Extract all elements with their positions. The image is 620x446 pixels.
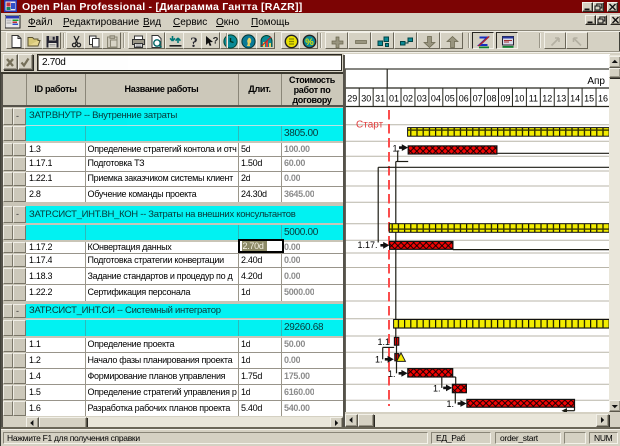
svg-text:29: 29 <box>347 94 357 104</box>
svg-text:08: 08 <box>487 94 497 104</box>
svg-text:1.17.: 1.17. <box>358 240 378 250</box>
svg-text:06: 06 <box>459 94 469 104</box>
svg-text:1.1: 1.1 <box>378 337 391 347</box>
svg-text:07: 07 <box>473 94 483 104</box>
svg-text:11: 11 <box>529 94 538 104</box>
svg-text:15: 15 <box>584 94 594 104</box>
svg-text:%: % <box>305 37 314 48</box>
svg-text:01: 01 <box>389 94 399 104</box>
svg-text:30: 30 <box>361 94 371 104</box>
svg-text:1.: 1. <box>388 369 396 379</box>
svg-text:10: 10 <box>514 94 524 104</box>
svg-text:?: ? <box>212 36 218 47</box>
svg-text:Апр: Апр <box>587 76 605 87</box>
svg-text:1.: 1. <box>393 144 401 154</box>
svg-text:1.: 1. <box>375 354 383 364</box>
svg-text:1.: 1. <box>447 399 455 409</box>
svg-text:16: 16 <box>598 94 608 104</box>
svg-text:13: 13 <box>556 94 566 104</box>
svg-text:02: 02 <box>403 94 413 104</box>
svg-text:12: 12 <box>542 94 552 104</box>
svg-text:04: 04 <box>431 94 441 104</box>
svg-text:09: 09 <box>500 94 510 104</box>
svg-text:05: 05 <box>445 94 455 104</box>
svg-text:14: 14 <box>570 94 580 104</box>
svg-text:03: 03 <box>417 94 427 104</box>
svg-text:Старт: Старт <box>356 120 384 131</box>
svg-text:?: ? <box>190 35 198 49</box>
svg-text:31: 31 <box>375 94 385 104</box>
svg-text:1.: 1. <box>433 383 441 393</box>
